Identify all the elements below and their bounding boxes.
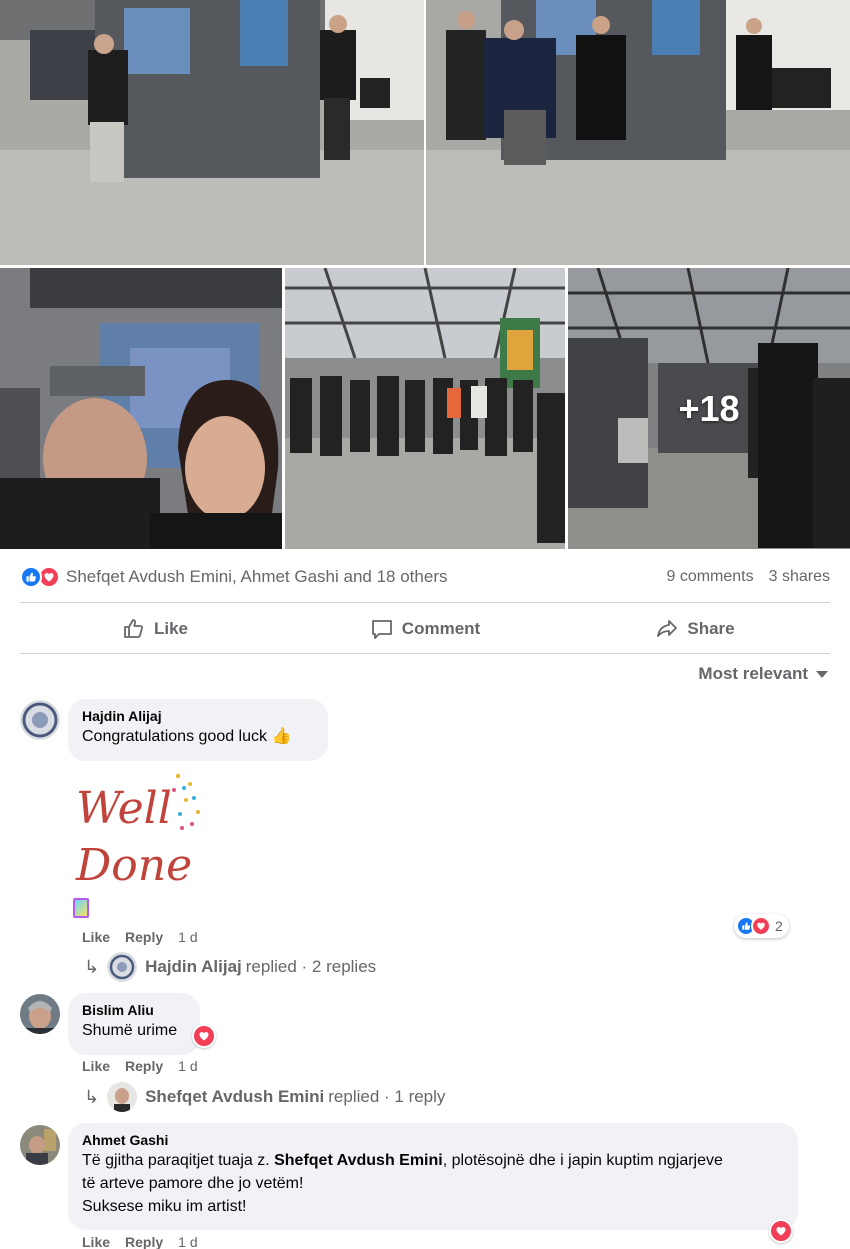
love-reaction-badge[interactable]: [192, 1024, 216, 1048]
post-photo-1[interactable]: [0, 0, 424, 265]
comment-timestamp[interactable]: 1 d: [178, 1234, 197, 1249]
share-button[interactable]: Share: [560, 607, 830, 651]
avatar[interactable]: [20, 700, 60, 740]
comments-count[interactable]: 9 comments: [666, 568, 753, 586]
like-button-label: Like: [153, 619, 189, 638]
comment-like-button[interactable]: Like: [82, 1234, 110, 1249]
comment-actions: Like Reply 1 d: [82, 1058, 198, 1074]
post-photo-2[interactable]: [426, 0, 850, 265]
more-photos-count[interactable]: +18: [568, 268, 850, 549]
caret-down-icon: [816, 670, 828, 678]
post-photo-5[interactable]: +18: [568, 268, 850, 549]
thumbs-up-icon: [124, 619, 143, 638]
post-action-bar: Like Comment Share: [20, 607, 830, 651]
reply-count: replied · 2 replies: [245, 957, 377, 976]
sticker-label: Well: [76, 783, 172, 834]
avatar: [107, 1082, 138, 1112]
reply-count: replied · 1 reply: [328, 1087, 446, 1106]
well-done-sticker[interactable]: Well Done: [74, 768, 204, 893]
reply-arrow-icon: ↳: [84, 1086, 100, 1107]
comment-like-button[interactable]: Like: [82, 1058, 110, 1074]
comment-text: Congratulations good luck 👍: [82, 725, 314, 748]
comment-bubble: Ahmet Gashi Të gjitha paraqitjet tuaja z…: [68, 1123, 798, 1230]
post-photo-4[interactable]: [285, 268, 565, 549]
post-photo-3[interactable]: [0, 268, 282, 549]
like-button[interactable]: Like: [20, 607, 290, 651]
mentioned-user-link[interactable]: Shefqet Avdush Emini: [274, 1152, 443, 1169]
comment-text: Shumë urime: [82, 1022, 178, 1039]
comment-reaction-count[interactable]: 2: [734, 914, 789, 938]
comment-bubble: Hajdin Alijaj Congratulations good luck …: [68, 699, 328, 761]
thumbs-up-emoji-icon: 👍: [271, 728, 292, 745]
love-reaction-icon: [751, 916, 771, 936]
heart-icon: [776, 1227, 786, 1236]
comment-reply-button[interactable]: Reply: [125, 929, 163, 945]
shares-count[interactable]: 3 shares: [769, 568, 830, 586]
share-button-label: Share: [687, 619, 735, 638]
avatar[interactable]: [20, 1125, 60, 1165]
love-reaction-badge[interactable]: [769, 1219, 793, 1243]
reply-author: Hajdin Alijaj: [145, 957, 242, 976]
view-replies-link[interactable]: ↳ Shefqet Avdush Emini replied · 1 reply: [84, 1082, 445, 1112]
comment-author[interactable]: Bislim Aliu: [82, 1001, 186, 1019]
comment-author[interactable]: Ahmet Gashi: [82, 1131, 784, 1149]
sort-label: Most relevant: [698, 664, 808, 683]
gif-badge-icon: [73, 898, 89, 918]
comment-text-line: të arteve pamore dhe jo vetëm!: [82, 1175, 304, 1192]
comment-reply-button[interactable]: Reply: [125, 1058, 163, 1074]
comment-text: Të gjitha paraqitjet tuaja z. Shefqet Av…: [82, 1152, 723, 1169]
comment-button-label: Comment: [401, 619, 481, 638]
divider: [20, 602, 830, 603]
reaction-icons[interactable]: [20, 566, 60, 588]
comment-text-line: Suksese miku im artist!: [82, 1198, 247, 1215]
svg-text:Done: Done: [75, 840, 192, 891]
comment-timestamp[interactable]: 1 d: [178, 929, 197, 945]
share-icon: [657, 620, 678, 637]
view-replies-link[interactable]: ↳ Hajdin Alijaj replied · 2 replies: [84, 952, 376, 982]
comment-author[interactable]: Hajdin Alijaj: [82, 707, 314, 725]
divider: [20, 653, 830, 654]
comment-like-button[interactable]: Like: [82, 929, 110, 945]
comment-bubble: Bislim Aliu Shumë urime: [68, 993, 200, 1055]
avatar[interactable]: [20, 994, 60, 1034]
comment-reply-button[interactable]: Reply: [125, 1234, 163, 1249]
reply-author: Shefqet Avdush Emini: [145, 1087, 325, 1106]
comment-actions: Like Reply 1 d: [82, 1234, 198, 1249]
reaction-names[interactable]: Shefqet Avdush Emini, Ahmet Gashi and 18…: [66, 567, 447, 587]
comment-sort-dropdown[interactable]: Most relevant: [698, 664, 828, 684]
comment-timestamp[interactable]: 1 d: [178, 1058, 197, 1074]
avatar: [107, 952, 138, 982]
reply-arrow-icon: ↳: [84, 956, 100, 977]
comment-button[interactable]: Comment: [290, 607, 560, 651]
reaction-count-number: 2: [775, 918, 783, 934]
like-reaction-icon: [20, 566, 42, 588]
heart-icon: [199, 1032, 209, 1041]
reactions-summary: Shefqet Avdush Emini, Ahmet Gashi and 18…: [20, 560, 830, 594]
comment-actions: Like Reply 1 d: [82, 929, 198, 945]
comment-icon: [371, 620, 392, 639]
